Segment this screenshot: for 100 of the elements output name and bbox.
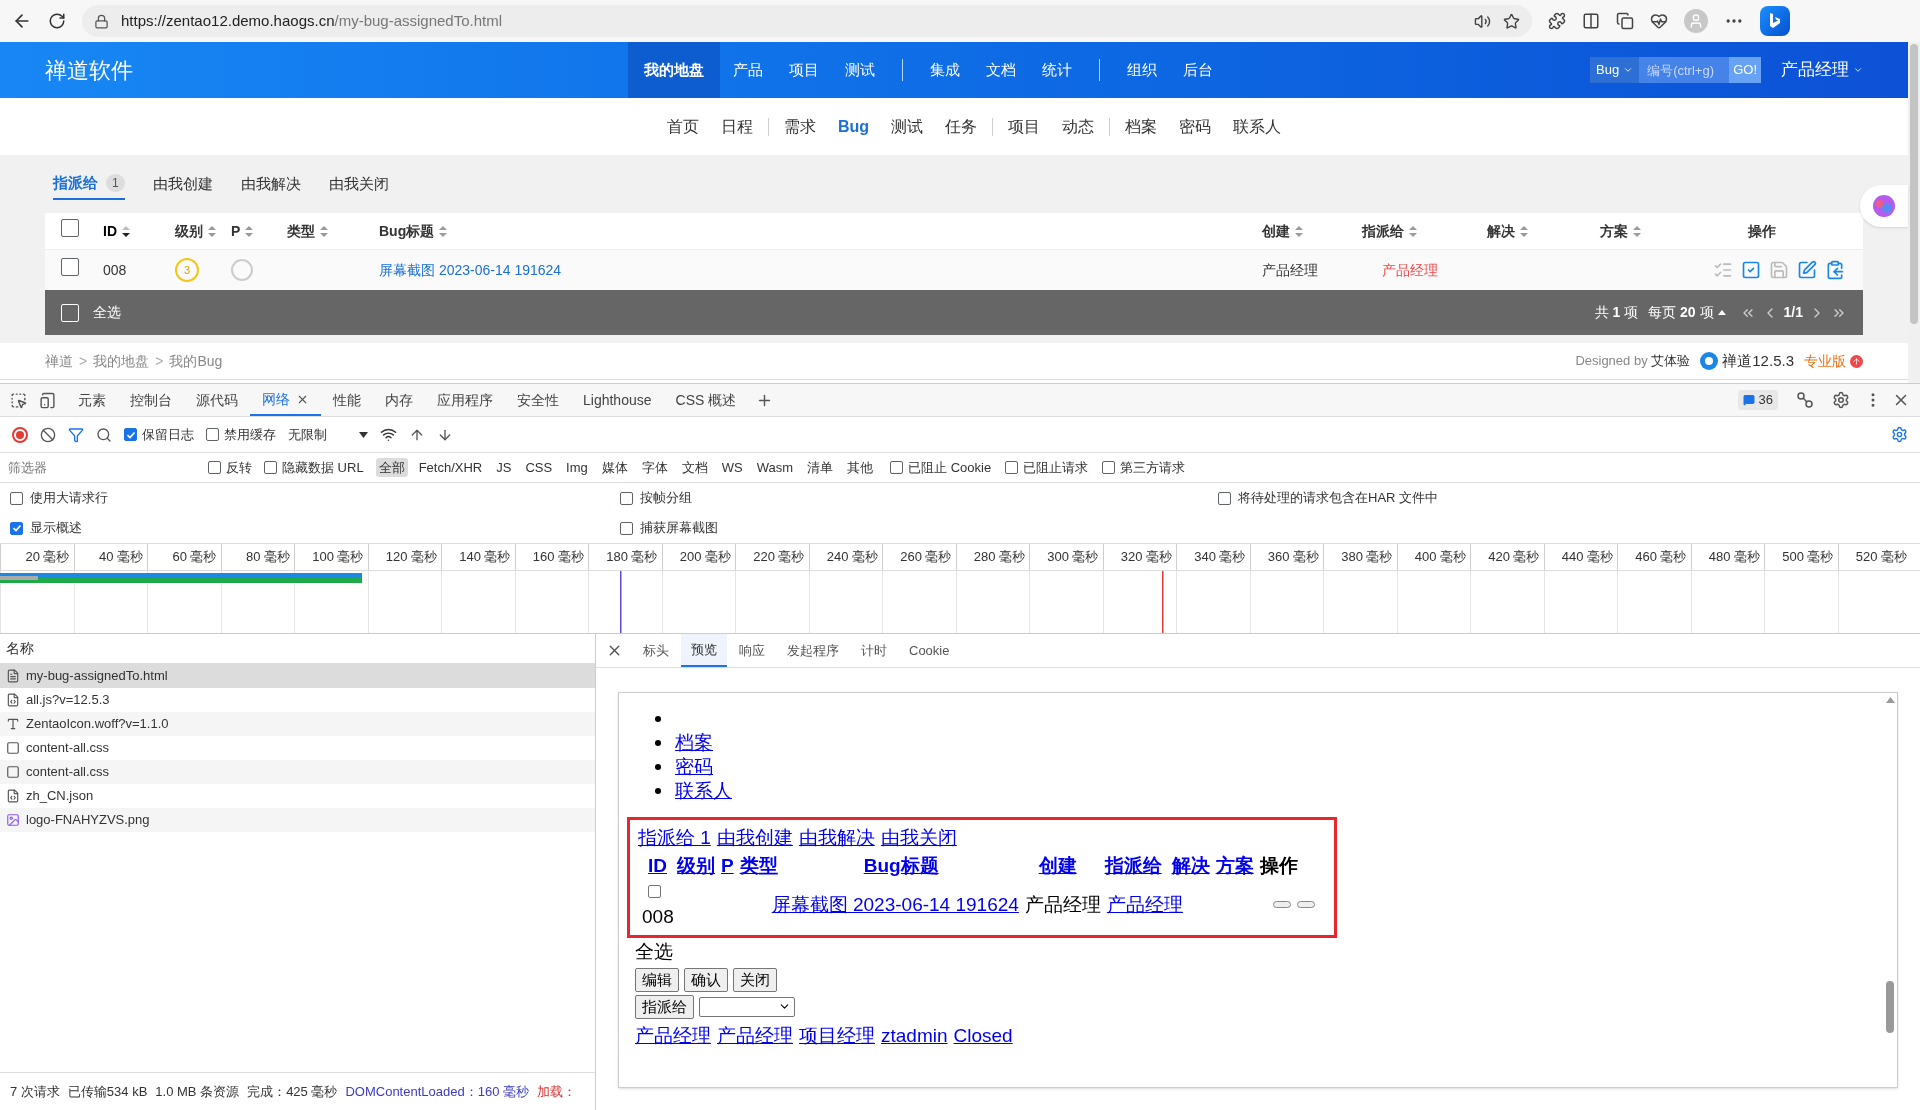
- detail-tab[interactable]: 预览: [681, 634, 727, 667]
- filter-tab[interactable]: 由我关闭: [328, 168, 389, 200]
- subnav-item[interactable]: 日程: [709, 114, 764, 139]
- detail-tab[interactable]: 标头: [633, 634, 679, 667]
- nav-item[interactable]: 集成: [917, 42, 973, 98]
- preview-link[interactable]: Bug标题: [863, 852, 939, 881]
- type-filter-chip[interactable]: 媒体: [598, 457, 631, 478]
- checkbox[interactable]: [890, 461, 904, 474]
- preview-link[interactable]: Closed: [953, 1021, 1013, 1050]
- subnav-item[interactable]: 档案: [1114, 114, 1169, 139]
- preview-link[interactable]: 指派给: [1104, 852, 1162, 881]
- health-icon[interactable]: [1650, 12, 1668, 30]
- detail-tab[interactable]: Cookie: [899, 634, 960, 667]
- settings-icon[interactable]: [1832, 391, 1850, 409]
- record-button[interactable]: [12, 426, 28, 443]
- issues-badge[interactable]: 36: [1737, 390, 1778, 410]
- extensions-icon[interactable]: [1548, 12, 1566, 30]
- preview-link[interactable]: 产品经理: [717, 1021, 793, 1050]
- assistant-icon[interactable]: [1860, 185, 1908, 227]
- preview-link[interactable]: 产品经理: [635, 1021, 711, 1050]
- checkbox[interactable]: [208, 461, 221, 474]
- checkbox[interactable]: [10, 521, 23, 535]
- copilot-icon[interactable]: [1760, 6, 1790, 36]
- type-filter-chip[interactable]: 其他: [844, 457, 877, 478]
- checkbox[interactable]: [1005, 461, 1019, 474]
- reload-icon[interactable]: [48, 12, 66, 30]
- column-header[interactable]: 解决: [1487, 220, 1515, 242]
- column-header[interactable]: 类型: [287, 220, 315, 242]
- devtools-tab[interactable]: 内存: [373, 384, 425, 416]
- check-icon[interactable]: [1741, 260, 1761, 280]
- filter-field[interactable]: 筛选器: [0, 453, 200, 482]
- preview-link[interactable]: ztadmin: [881, 1021, 948, 1050]
- checkbox[interactable]: [10, 491, 23, 505]
- devtools-tab[interactable]: 应用程序: [425, 384, 505, 416]
- request-row[interactable]: logo-FNAHYZVS.png: [0, 808, 595, 832]
- app-logo[interactable]: 禅道软件: [45, 53, 628, 87]
- devtools-tab[interactable]: 源代码: [184, 384, 250, 416]
- small-button[interactable]: [1296, 901, 1315, 909]
- column-header[interactable]: 级别: [175, 220, 203, 242]
- breadcrumb-link[interactable]: 我的地盘: [93, 350, 150, 372]
- preview-link[interactable]: 屏幕截图 2023-06-14 191624: [771, 890, 1019, 919]
- subnav-item[interactable]: 动态: [1051, 114, 1106, 139]
- checkbox[interactable]: [61, 258, 79, 276]
- read-aloud-icon[interactable]: [1474, 12, 1491, 30]
- subnav-item[interactable]: 项目: [997, 114, 1052, 139]
- version-link[interactable]: 禅道12.5.3: [1722, 349, 1794, 373]
- scroll-up-icon[interactable]: [1885, 697, 1895, 703]
- split-screen-icon[interactable]: [1582, 12, 1600, 30]
- breadcrumb-link[interactable]: 我的Bug: [169, 350, 223, 372]
- checkbox[interactable]: [124, 428, 137, 441]
- checkbox[interactable]: [1102, 461, 1116, 474]
- user-menu[interactable]: 产品经理: [1781, 57, 1863, 83]
- type-filter-chip[interactable]: JS: [493, 457, 515, 478]
- filter-tab[interactable]: 由我创建: [152, 168, 213, 200]
- nav-item[interactable]: 测试: [832, 42, 888, 98]
- request-row[interactable]: my-bug-assignedTo.html: [0, 664, 595, 688]
- throttling-dropdown[interactable]: 无限制: [288, 424, 368, 445]
- nav-item[interactable]: 文档: [973, 42, 1029, 98]
- preview-link[interactable]: 创建: [1038, 852, 1077, 881]
- preview-link[interactable]: 方案: [1215, 852, 1254, 881]
- copy-icon[interactable]: [1825, 260, 1845, 280]
- sort-icon[interactable]: [122, 225, 130, 237]
- filter-tab[interactable]: 指派给 1: [53, 168, 125, 200]
- preview-link[interactable]: 由我解决: [798, 824, 875, 853]
- type-filter-chip[interactable]: CSS: [522, 457, 556, 478]
- devtools-tab[interactable]: CSS 概述: [663, 384, 749, 416]
- type-filter-chip[interactable]: Img: [563, 457, 591, 478]
- preview-link[interactable]: 级别: [677, 852, 715, 881]
- preview-button[interactable]: 编辑: [635, 967, 679, 992]
- request-row[interactable]: ZentaoIcon.woff?v=1.1.0: [0, 712, 595, 736]
- preview-link[interactable]: 指派给 1: [638, 824, 711, 853]
- favorite-icon[interactable]: [1503, 12, 1520, 30]
- devtools-tab[interactable]: 网络: [250, 384, 321, 416]
- column-header[interactable]: 创建: [1262, 220, 1290, 242]
- subnav-item[interactable]: 测试: [880, 114, 935, 139]
- preview-link[interactable]: 由我创建: [716, 824, 793, 853]
- preview-select[interactable]: [699, 996, 795, 1017]
- bug-title-link[interactable]: 屏幕截图 2023-06-14 191624: [379, 259, 562, 281]
- type-filter-chip[interactable]: WS: [718, 457, 746, 478]
- address-bar[interactable]: https://zentao12.demo.haogs.cn/my-bug-assignedTo.html: [82, 5, 1532, 37]
- small-button[interactable]: [1272, 901, 1291, 909]
- checkbox[interactable]: [620, 521, 633, 535]
- type-filter-chip[interactable]: 文档: [678, 457, 711, 478]
- column-header[interactable]: 指派给: [1362, 220, 1404, 242]
- subnav-item[interactable]: 首页: [655, 114, 710, 139]
- type-filter-chip[interactable]: 清单: [804, 457, 837, 478]
- breadcrumb-link[interactable]: 禅道: [45, 350, 73, 372]
- subnav-item[interactable]: 任务: [934, 114, 989, 139]
- devtools-tab[interactable]: 性能: [321, 384, 373, 416]
- column-header[interactable]: ID: [103, 220, 117, 242]
- nav-item[interactable]: 我的地盘: [628, 42, 720, 98]
- request-row[interactable]: content-all.css: [0, 760, 595, 784]
- checkbox[interactable]: [264, 461, 277, 474]
- checkbox[interactable]: [648, 885, 661, 898]
- checkbox[interactable]: [1218, 491, 1231, 505]
- subnav-item[interactable]: 密码: [1168, 114, 1223, 139]
- devtools-tab[interactable]: Lighthouse: [571, 384, 664, 416]
- devtools-tab[interactable]: 安全性: [505, 384, 571, 416]
- wifi-settings-icon[interactable]: [380, 426, 397, 443]
- type-filter-chip[interactable]: Fetch/XHR: [415, 457, 486, 478]
